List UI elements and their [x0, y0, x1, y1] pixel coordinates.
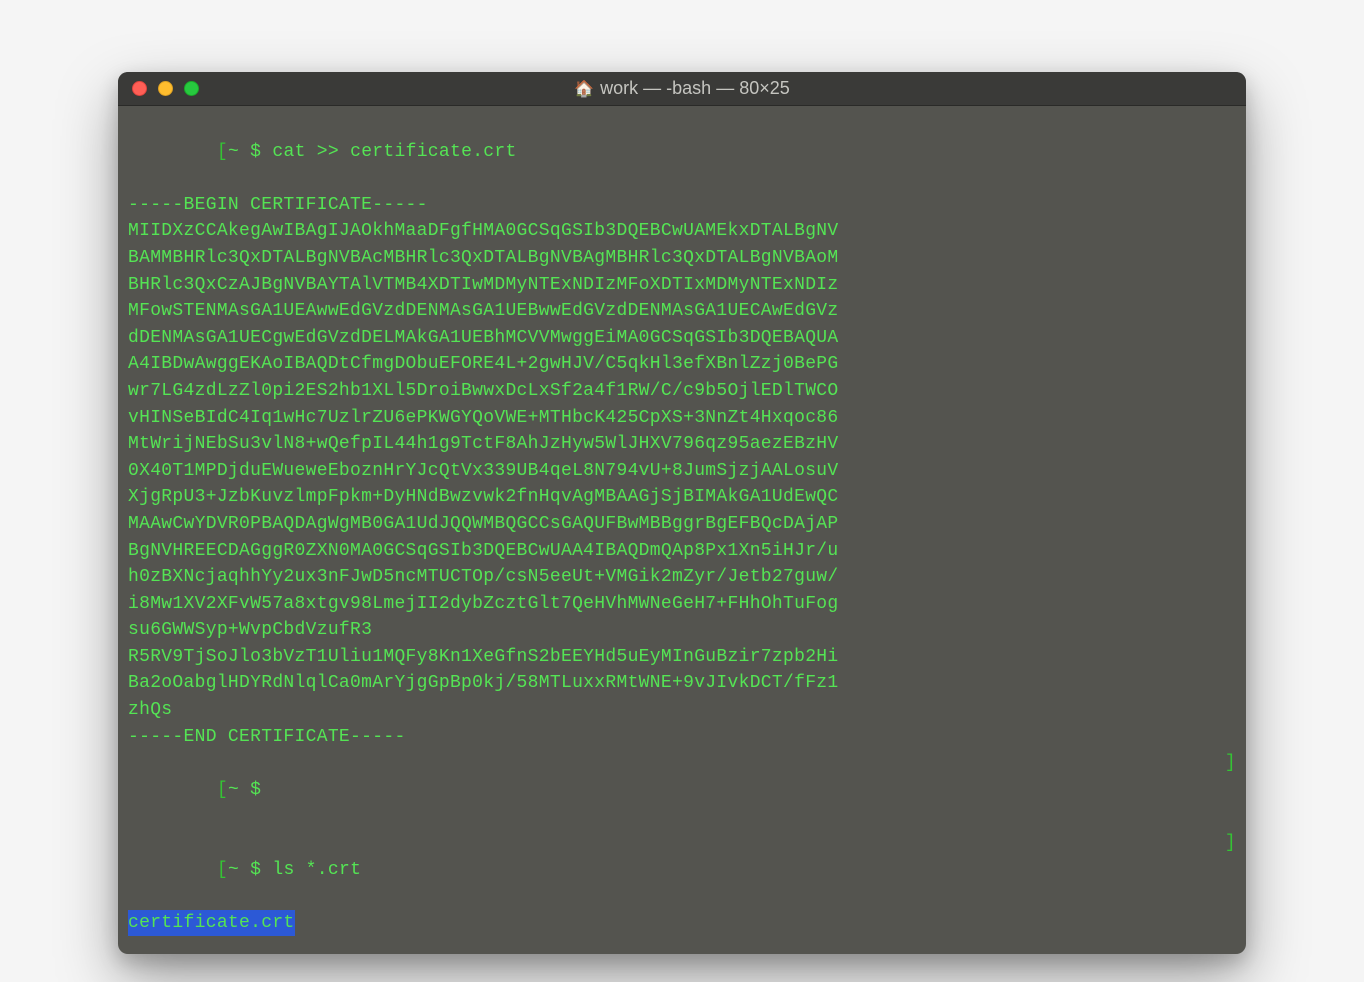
prompt-line-empty: [~ $ ]	[128, 750, 1236, 830]
certificate-line: vHINSeBIdC4Iq1wHc7UzlrZU6ePKWGYQoVWE+MTH…	[128, 405, 1236, 432]
certificate-line: BgNVHREECDAGggR0ZXN0MA0GCSqGSIb3DQEBCwUA…	[128, 538, 1236, 565]
certificate-end: -----END CERTIFICATE-----	[128, 724, 1236, 751]
prompt-open-bracket: [	[217, 142, 228, 162]
prompt-open-bracket: [	[217, 860, 228, 880]
certificate-line: R5RV9TjSoJlo3bVzT1Uliu1MQFy8Kn1XeGfnS2bE…	[128, 644, 1236, 671]
prompt-path: ~	[228, 142, 250, 162]
prompt-line-ls: [~ $ ls *.crt ]	[128, 830, 1236, 910]
ls-output-line: certificate.crt	[128, 910, 1236, 937]
command-ls: ls *.crt	[272, 860, 361, 880]
certificate-line: XjgRpU3+JzbKuvzlmpFpkm+DyHNdBwzvwk2fnHqv…	[128, 484, 1236, 511]
certificate-begin: -----BEGIN CERTIFICATE-----	[128, 192, 1236, 219]
certificate-line: Ba2oOabglHDYRdNlqlCa0mArYjgGpBp0kj/58MTL…	[128, 670, 1236, 697]
certificate-line: 0X40T1MPDjduEWueweEboznHrYJcQtVx339UB4qe…	[128, 458, 1236, 485]
certificate-line: MtWrijNEbSu3vlN8+wQefpIL44h1g9TctF8AhJzH…	[128, 431, 1236, 458]
prompt-symbol: $	[250, 780, 272, 800]
window-title-text: work — -bash — 80×25	[600, 78, 790, 99]
certificate-line: BHRlc3QxCzAJBgNVBAYTAlVTMB4XDTIwMDMyNTEx…	[128, 272, 1236, 299]
terminal-window: 🏠 work — -bash — 80×25 [~ $ cat >> certi…	[118, 72, 1246, 954]
maximize-window-button[interactable]	[184, 81, 199, 96]
command-cat: cat >> certificate.crt	[272, 142, 516, 162]
certificate-line: dDENMAsGA1UECgwEdGVzdDELMAkGA1UEBhMCVVMw…	[128, 325, 1236, 352]
close-window-button[interactable]	[132, 81, 147, 96]
certificate-line: su6GWWSyp+WvpCbdVzufR3	[128, 617, 1236, 644]
window-title: 🏠 work — -bash — 80×25	[118, 78, 1246, 99]
certificate-line: A4IBDwAwggEKAoIBAQDtCfmgDObuEFORE4L+2gwH…	[128, 351, 1236, 378]
ls-result-file: certificate.crt	[128, 910, 295, 937]
certificate-line: MAAwCwYDVR0PBAQDAgWgMB0GA1UdJQQWMBQGCCsG…	[128, 511, 1236, 538]
certificate-line: i8Mw1XV2XFvW57a8xtgv98LmejII2dybZcztGlt7…	[128, 591, 1236, 618]
terminal-body[interactable]: [~ $ cat >> certificate.crt -----BEGIN C…	[118, 106, 1246, 954]
certificate-line: MFowSTENMAsGA1UEAwwEdGVzdDENMAsGA1UEBwwE…	[128, 298, 1236, 325]
certificate-line: BAMMBHRlc3QxDTALBgNVBAcMBHRlc3QxDTALBgNV…	[128, 245, 1236, 272]
certificate-line: MIIDXzCCAkegAwIBAgIJAOkhMaaDFgfHMA0GCSqG…	[128, 218, 1236, 245]
certificate-line: h0zBXNcjaqhhYy2ux3nFJwD5ncMTUCTOp/csN5ee…	[128, 564, 1236, 591]
prompt-path: ~	[228, 780, 250, 800]
prompt-line-cat: [~ $ cat >> certificate.crt	[128, 112, 1236, 192]
home-icon: 🏠	[574, 79, 594, 99]
prompt-symbol: $	[250, 142, 272, 162]
certificate-line: zhQs	[128, 697, 1236, 724]
prompt-close-bracket: ]	[1225, 750, 1236, 830]
prompt-open-bracket: [	[217, 780, 228, 800]
prompt-symbol: $	[250, 860, 272, 880]
prompt-path: ~	[228, 860, 250, 880]
traffic-lights	[118, 81, 199, 96]
certificate-line: wr7LG4zdLzZl0pi2ES2hb1XLl5DroiBwwxDcLxSf…	[128, 378, 1236, 405]
title-bar: 🏠 work — -bash — 80×25	[118, 72, 1246, 106]
prompt-close-bracket: ]	[1225, 830, 1236, 910]
minimize-window-button[interactable]	[158, 81, 173, 96]
